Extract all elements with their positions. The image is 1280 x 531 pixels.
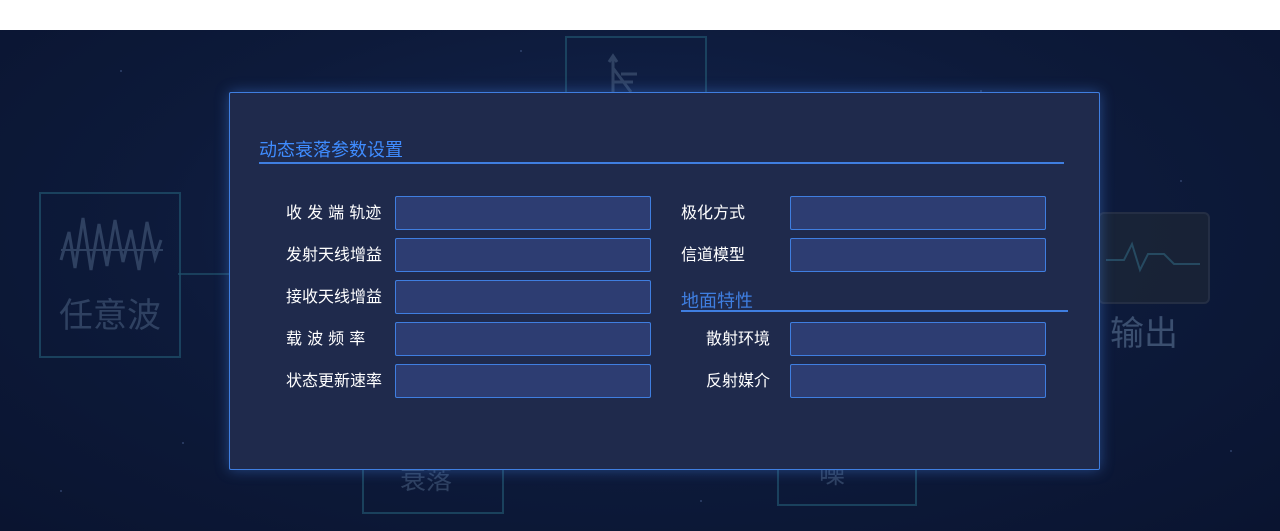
fading-settings-dialog: 动态衰落参数设置 收 发 端 轨迹 发射天线增益 接收天线增益 载 波 频 率 … bbox=[229, 92, 1100, 470]
label-rx-antenna-gain: 接收天线增益 bbox=[286, 287, 383, 306]
carrier-frequency-input[interactable] bbox=[395, 322, 651, 356]
oscilloscope-icon bbox=[1106, 241, 1200, 273]
ground-section-divider bbox=[681, 310, 1068, 312]
star-decoration bbox=[1180, 180, 1182, 182]
connector-line bbox=[178, 273, 230, 275]
label-carrier-frequency: 载 波 频 率 bbox=[286, 329, 366, 348]
label-scatter-environment: 散射环境 bbox=[706, 329, 771, 348]
scatter-environment-input[interactable] bbox=[790, 322, 1046, 356]
waveform-icon bbox=[59, 217, 163, 271]
reflection-medium-input[interactable] bbox=[790, 364, 1046, 398]
bg-card-label: 输出 bbox=[1110, 314, 1178, 354]
bg-card-label: 任意波 bbox=[59, 296, 161, 336]
state-update-rate-input[interactable] bbox=[395, 364, 651, 398]
dialog-title: 动态衰落参数设置 bbox=[259, 140, 403, 161]
star-decoration bbox=[182, 442, 184, 444]
rx-antenna-gain-input[interactable] bbox=[395, 280, 651, 314]
star-decoration bbox=[520, 50, 522, 52]
label-channel-model: 信道模型 bbox=[681, 245, 746, 264]
star-decoration bbox=[120, 70, 122, 72]
label-tx-rx-trajectory: 收 发 端 轨迹 bbox=[286, 203, 382, 222]
tx-antenna-gain-input[interactable] bbox=[395, 238, 651, 272]
star-decoration bbox=[700, 500, 702, 502]
title-divider bbox=[259, 162, 1064, 164]
label-state-update-rate: 状态更新速率 bbox=[286, 371, 383, 390]
star-decoration bbox=[60, 490, 62, 492]
bg-card-output[interactable] bbox=[1098, 212, 1210, 304]
label-reflection-medium: 反射媒介 bbox=[706, 371, 771, 390]
channel-model-input[interactable] bbox=[790, 238, 1046, 272]
label-polarization: 极化方式 bbox=[681, 203, 746, 222]
polarization-input[interactable] bbox=[790, 196, 1046, 230]
tx-rx-trajectory-input[interactable] bbox=[395, 196, 651, 230]
label-tx-antenna-gain: 发射天线增益 bbox=[286, 245, 383, 264]
bg-card-arbitrary-wave[interactable]: 任意波 bbox=[39, 192, 181, 358]
star-decoration bbox=[1230, 450, 1232, 452]
